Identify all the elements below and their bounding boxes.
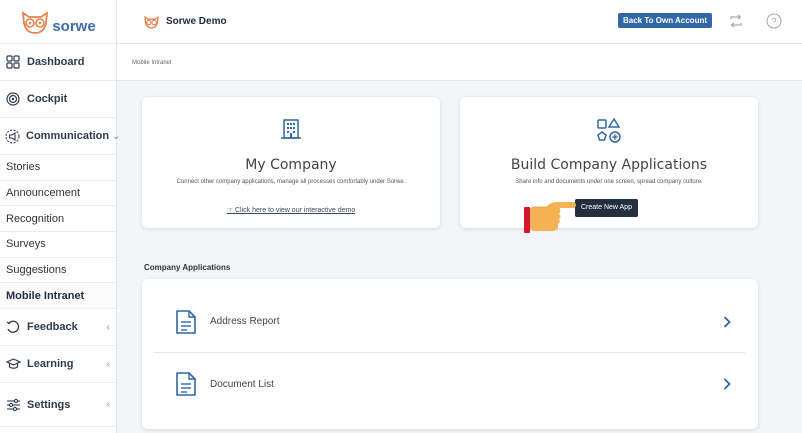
logo[interactable]: sorwe [0,0,116,44]
my-company-title: My Company [245,157,337,173]
app-row-document-list[interactable]: Document List [154,353,745,415]
app-row-address-report[interactable]: Address Report [154,291,745,353]
account-switcher[interactable]: Sorwe Demo [143,15,227,29]
sidebar-item-label: Learning [27,358,74,371]
sidebar-subitem-stories[interactable]: Stories [0,155,116,181]
document-icon [176,309,196,334]
my-company-description: Connect other company applications, mana… [176,179,406,185]
chevron-down-icon: ⌄ [112,130,121,142]
interactive-demo-link[interactable]: ☞ Click here to view our interactive dem… [142,206,440,214]
owl-logo-icon [144,15,159,29]
company-applications-list: Address Report Document List [142,279,758,429]
sidebar-item-cockpit[interactable]: Cockpit [0,81,116,118]
building-icon [279,117,303,146]
sidebar-subitem-announcement[interactable]: Announcement [0,181,116,207]
target-icon [5,91,21,107]
document-icon [176,372,196,396]
sidebar-subitem-mobile-intranet[interactable]: Mobile Intranet [0,283,116,310]
sidebar-item-label: Feedback [27,321,78,334]
app-name: Document List [210,378,274,390]
top-header: Sorwe Demo Back To Own Account ? [117,0,802,44]
sliders-icon [5,397,21,413]
graduation-cap-icon [5,356,21,372]
build-apps-title: Build Company Applications [510,157,708,173]
chevron-right-icon [723,378,731,390]
build-apps-description: Share info and documents under one scree… [515,179,703,185]
sidebar-item-label: Dashboard [27,56,85,68]
svg-text:?: ? [771,17,776,27]
sidebar-item-communication[interactable]: Communication ⌄ [0,118,121,155]
sidebar-subitem-suggestions[interactable]: Suggestions [0,258,116,284]
owl-logo-icon [22,10,49,34]
sidebar-item-learning[interactable]: Learning ‹ [0,346,116,384]
dashboard-grid-icon [5,54,21,70]
breadcrumb-bar: Mobile Intranet [117,44,802,81]
sidebar-item-settings[interactable]: Settings ‹ [0,383,116,428]
sidebar: sorwe Dashboard Cockpit Communication ⌄ … [0,0,121,433]
shapes-add-icon [595,117,623,150]
sidebar-subitem-surveys[interactable]: Surveys [0,232,116,258]
chevron-right-icon [723,315,731,328]
sidebar-item-label: Settings [27,398,71,411]
sidebar-item-dashboard[interactable]: Dashboard [0,44,116,81]
app-name: Address Report [210,316,280,327]
account-title: Sorwe Demo [166,16,227,27]
sidebar-item-label: Cockpit [27,93,68,105]
chevron-left-icon: ‹ [106,358,110,370]
logo-text: sorwe [52,18,96,35]
feedback-icon [5,319,21,335]
chevron-left-icon: ‹ [106,321,110,333]
create-new-app-button[interactable]: Create New App [575,199,638,217]
hand-pointer-icon [524,199,578,240]
back-to-own-account-button[interactable]: Back To Own Account [618,13,713,28]
interactive-demo-link-text: Click here to view our interactive demo [235,207,356,214]
pointer-hand-icon: ☞ [226,207,235,214]
chevron-left-icon: ‹ [106,399,110,411]
company-applications-label: Company Applications [144,263,231,272]
help-icon[interactable]: ? [766,13,782,34]
switch-icon[interactable] [728,14,744,33]
sidebar-subitem-recognition[interactable]: Recognition [0,206,116,233]
sidebar-item-feedback[interactable]: Feedback ‹ [0,309,116,347]
my-company-card: My Company Connect other company applica… [142,97,440,228]
sidebar-item-label: Communication [26,130,110,142]
breadcrumb: Mobile Intranet [132,60,172,66]
megaphone-icon [5,128,20,144]
